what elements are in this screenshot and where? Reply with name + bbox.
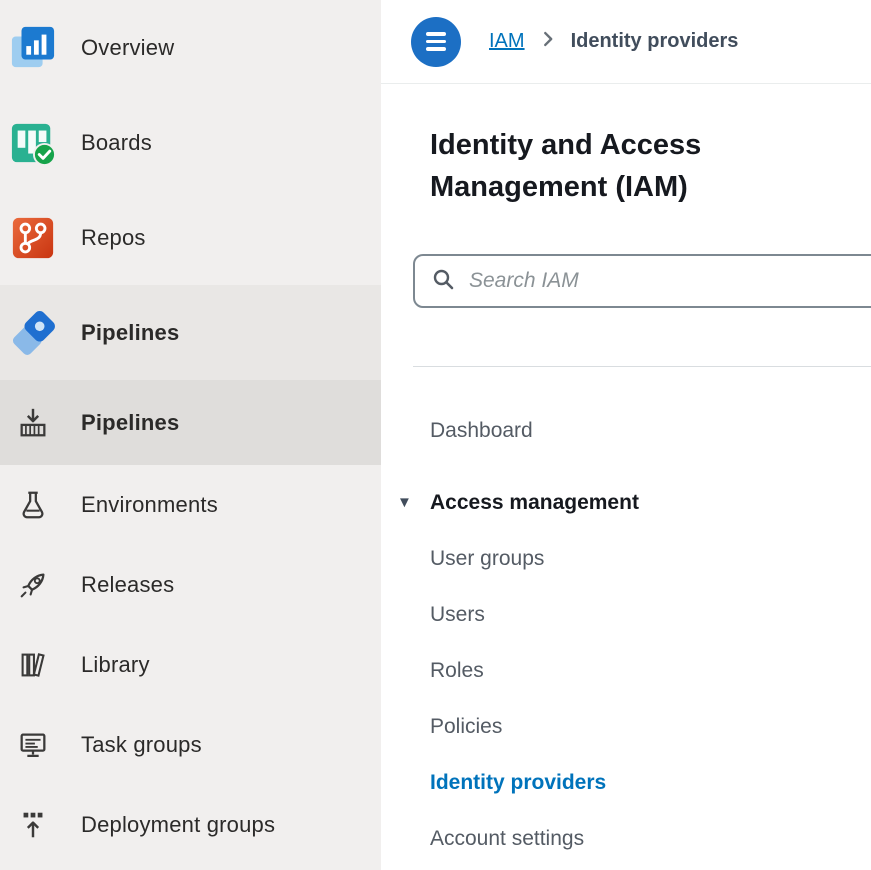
- iam-nav-panel: Identity and Access Management (IAM) Das…: [381, 84, 871, 867]
- breadcrumb-bar: IAM Identity providers: [381, 0, 871, 84]
- divider: [413, 366, 871, 367]
- task-groups-icon: [9, 721, 57, 769]
- nav-section-access-management[interactable]: ▼ Access management: [430, 475, 871, 531]
- sidebar-item-label: Task groups: [81, 732, 202, 758]
- search-box[interactable]: [413, 254, 871, 308]
- devops-sidebar: Overview Boards: [0, 0, 381, 870]
- sidebar-item-overview[interactable]: Overview: [0, 0, 381, 95]
- nav-item-identity-providers[interactable]: Identity providers: [430, 755, 871, 811]
- sidebar-item-boards[interactable]: Boards: [0, 95, 381, 190]
- sidebar-item-pipelines[interactable]: Pipelines: [0, 285, 381, 380]
- nav-item-dashboard[interactable]: Dashboard: [430, 403, 871, 459]
- nav-item-user-groups[interactable]: User groups: [430, 531, 871, 587]
- iam-panel: IAM Identity providers Identity and Acce…: [381, 0, 871, 870]
- sidebar-item-library[interactable]: Library: [0, 625, 381, 705]
- nav-item-roles[interactable]: Roles: [430, 643, 871, 699]
- caret-down-icon: ▼: [397, 494, 412, 511]
- sidebar-item-repos[interactable]: Repos: [0, 190, 381, 285]
- boards-icon: [9, 119, 57, 167]
- hamburger-icon: [426, 32, 446, 36]
- sidebar-item-label: Overview: [81, 35, 174, 61]
- sidebar-item-label: Pipelines: [81, 320, 179, 346]
- deployment-groups-icon: [9, 801, 57, 849]
- nav-section-label: Access management: [430, 491, 639, 515]
- breadcrumb: IAM Identity providers: [489, 28, 738, 56]
- chevron-right-icon: [537, 28, 559, 56]
- sidebar-item-label: Library: [81, 652, 150, 678]
- pipelines-rocket-icon: [9, 309, 57, 357]
- sidebar-item-label: Repos: [81, 225, 146, 251]
- environments-icon: [9, 481, 57, 529]
- breadcrumb-link-iam[interactable]: IAM: [489, 30, 525, 53]
- sidebar-item-task-groups[interactable]: Task groups: [0, 705, 381, 785]
- sidebar-item-label: Boards: [81, 130, 152, 156]
- nav-item-policies[interactable]: Policies: [430, 699, 871, 755]
- page-title: Identity and Access Management (IAM): [430, 124, 800, 208]
- nav-item-users[interactable]: Users: [430, 587, 871, 643]
- sidebar-item-deployment-groups[interactable]: Deployment groups: [0, 785, 381, 865]
- search-icon: [431, 267, 455, 296]
- pipelines-build-icon: [9, 399, 57, 447]
- sidebar-item-environments[interactable]: Environments: [0, 465, 381, 545]
- breadcrumb-current: Identity providers: [571, 30, 739, 53]
- menu-button[interactable]: [411, 17, 461, 67]
- sidebar-item-releases[interactable]: Releases: [0, 545, 381, 625]
- overview-icon: [9, 24, 57, 72]
- sidebar-item-label: Releases: [81, 572, 174, 598]
- iam-nav: Dashboard ▼ Access management User group…: [430, 403, 871, 867]
- sidebar-item-label: Deployment groups: [81, 812, 275, 838]
- sidebar-item-pipelines-selected[interactable]: Pipelines: [0, 380, 381, 465]
- sidebar-item-label: Environments: [81, 492, 218, 518]
- sidebar-item-label: Pipelines: [81, 410, 179, 436]
- repos-icon: [9, 214, 57, 262]
- releases-icon: [9, 561, 57, 609]
- app-window: Overview Boards: [0, 0, 871, 870]
- search-input[interactable]: [467, 256, 871, 306]
- nav-item-account-settings[interactable]: Account settings: [430, 811, 871, 867]
- library-icon: [9, 641, 57, 689]
